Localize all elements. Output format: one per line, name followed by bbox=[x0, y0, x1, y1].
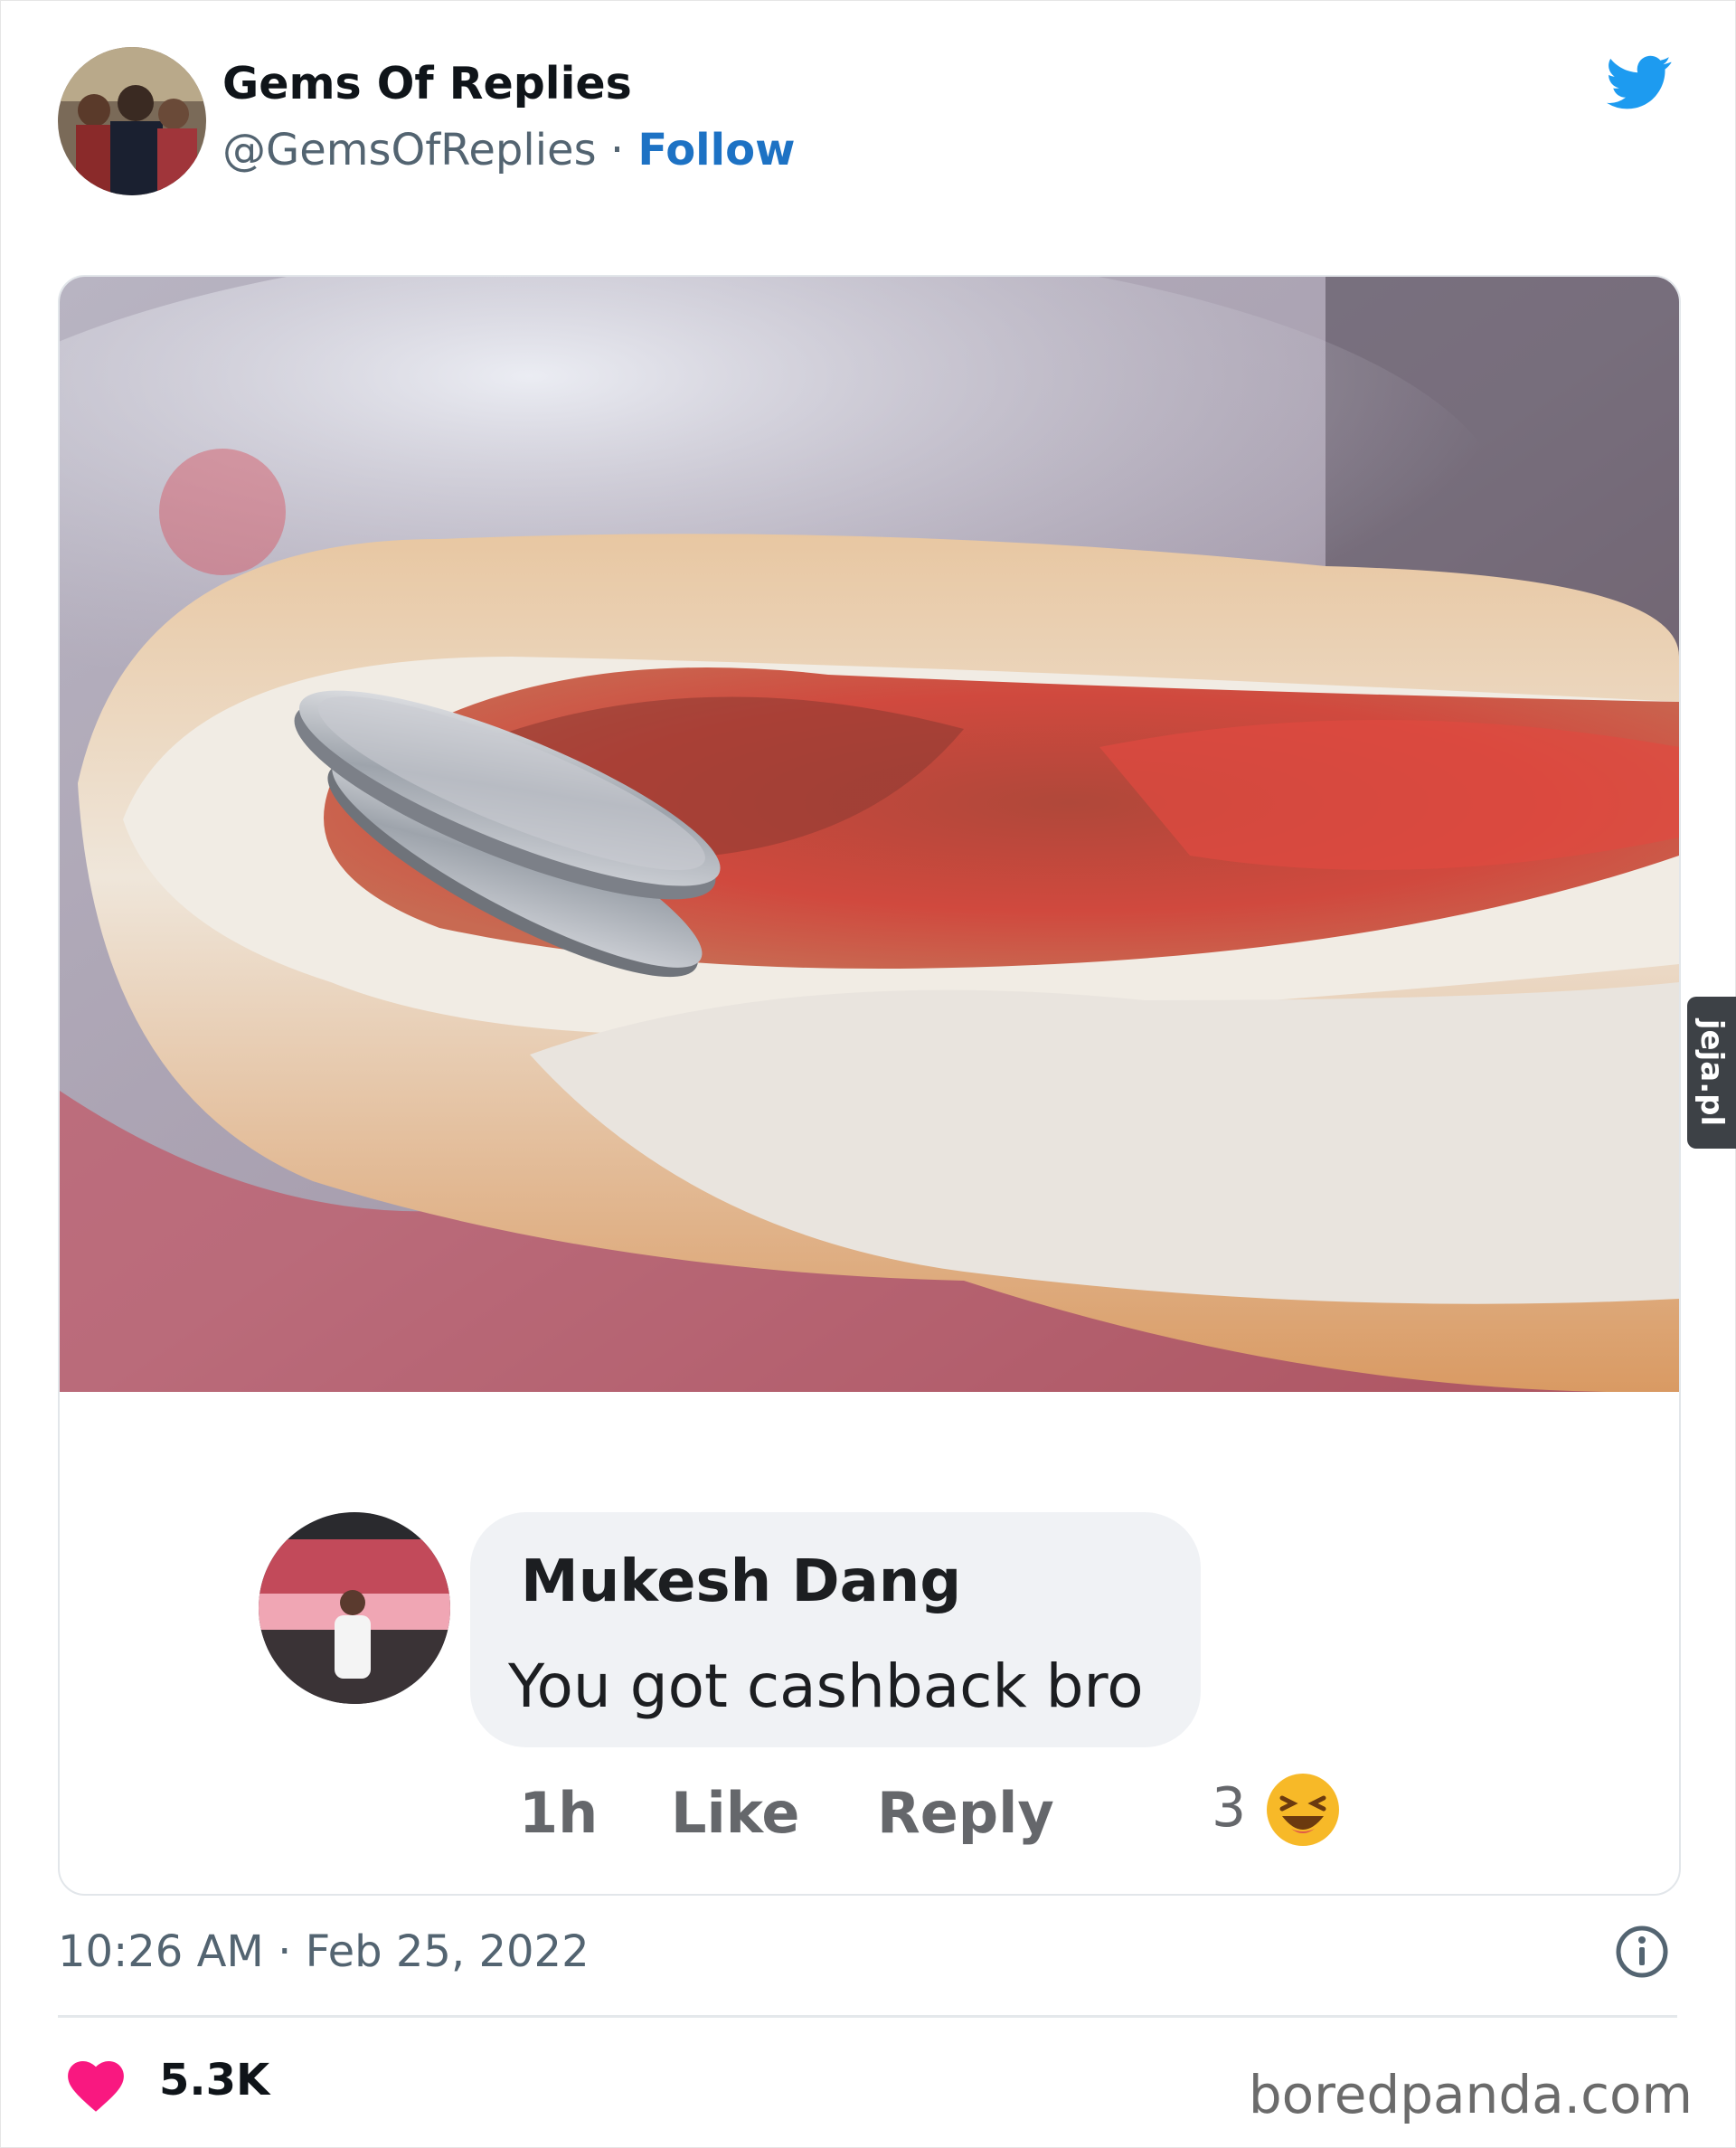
twitter-bird-icon[interactable] bbox=[1602, 50, 1676, 115]
footer-divider bbox=[58, 2015, 1677, 2018]
author-avatar[interactable] bbox=[58, 47, 206, 195]
comment-text: You got cashback bro bbox=[508, 1651, 1144, 1721]
follow-button[interactable]: Follow bbox=[637, 125, 795, 175]
handle-line: @GemsOfReplies · Follow bbox=[222, 125, 795, 175]
tweet-timestamp[interactable]: 10:26 AM · Feb 25, 2022 bbox=[58, 1926, 590, 1977]
comment-reply-button[interactable]: Reply bbox=[877, 1780, 1054, 1846]
comment-time: 1h bbox=[519, 1780, 599, 1846]
comment-like-button[interactable]: Like bbox=[671, 1780, 799, 1846]
heart-icon[interactable] bbox=[63, 2053, 128, 2113]
watermark-label: jeja.pl bbox=[1694, 1018, 1731, 1127]
sandwich-photo[interactable] bbox=[60, 277, 1679, 1392]
author-name[interactable]: Gems Of Replies bbox=[222, 58, 632, 109]
laugh-emoji-icon bbox=[1267, 1774, 1339, 1846]
like-count[interactable]: 5.3K bbox=[159, 2055, 269, 2105]
info-icon[interactable] bbox=[1613, 1923, 1671, 1981]
commenter-avatar[interactable] bbox=[259, 1512, 450, 1704]
handle-separator: · bbox=[596, 125, 638, 175]
source-credit: boredpanda.com bbox=[1248, 2064, 1693, 2125]
reaction-count: 3 bbox=[1212, 1776, 1247, 1840]
author-handle[interactable]: @GemsOfReplies bbox=[222, 125, 597, 175]
commenter-name[interactable]: Mukesh Dang bbox=[521, 1548, 961, 1615]
